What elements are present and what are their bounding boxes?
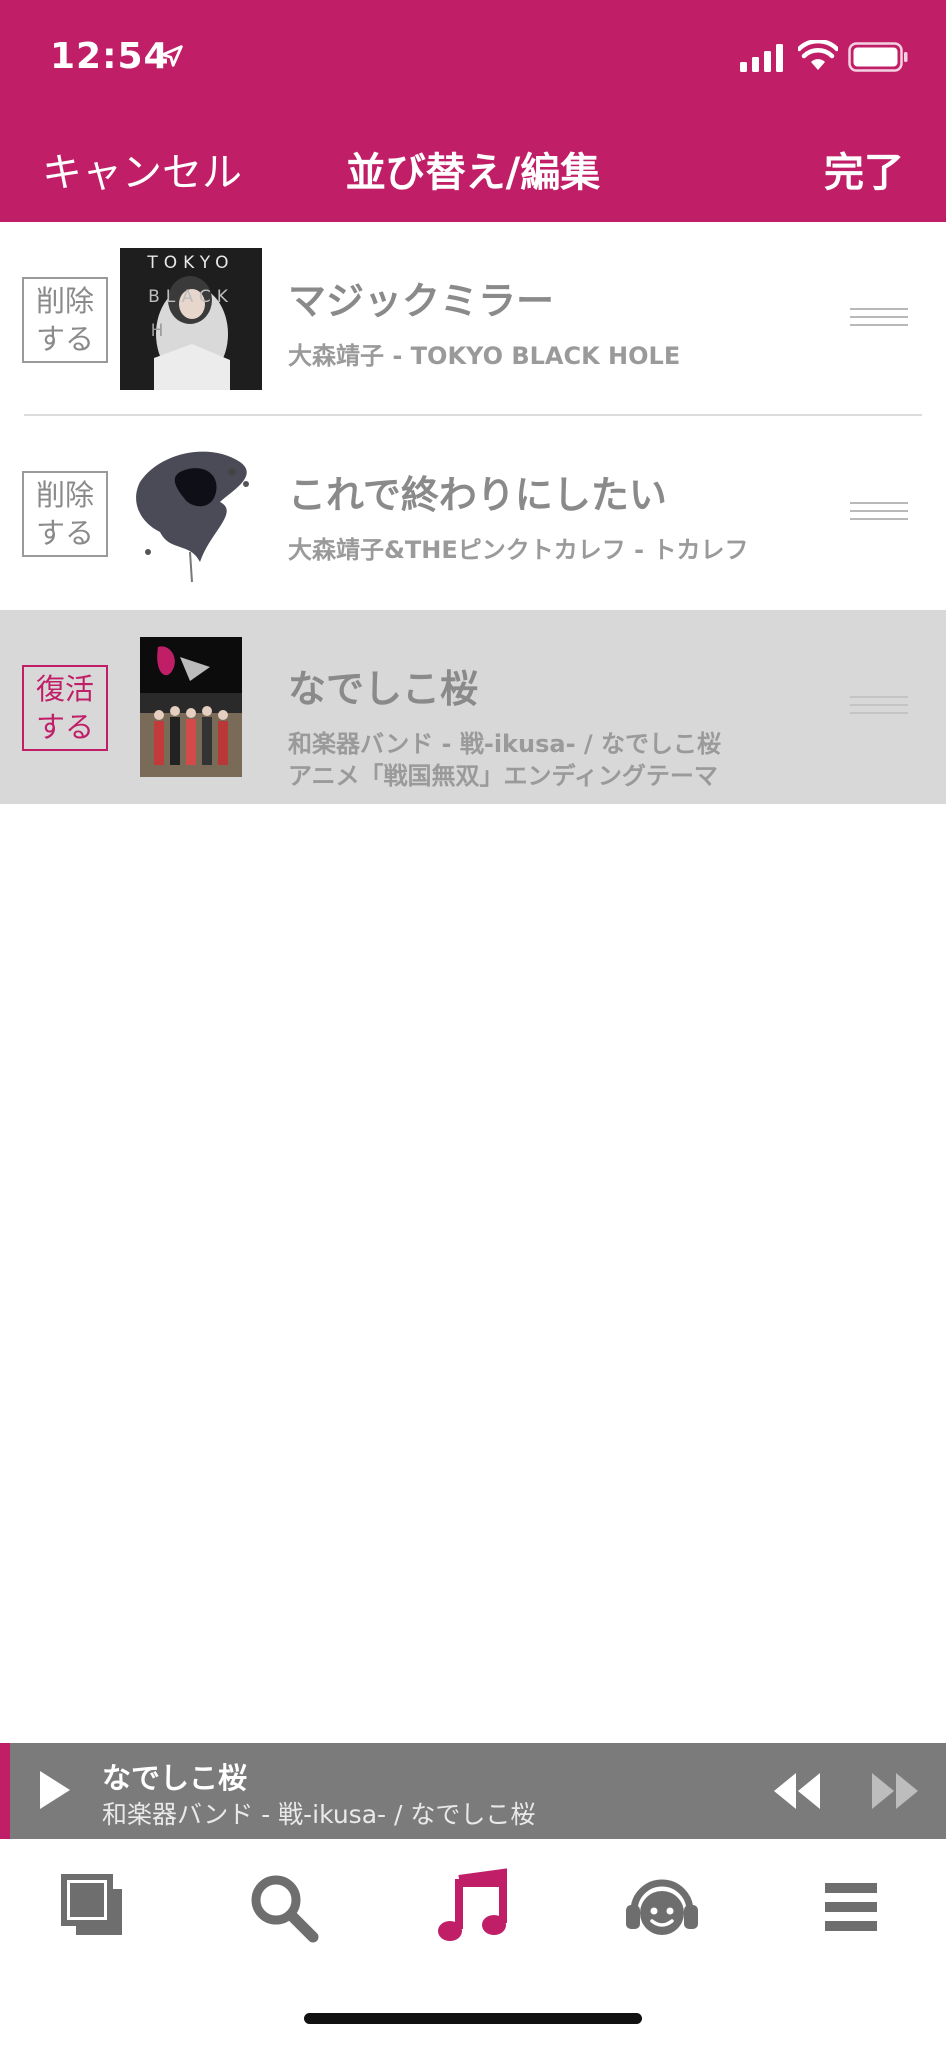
svg-text:BLACK: BLACK	[148, 287, 234, 307]
drag-handle-icon[interactable]	[850, 308, 908, 330]
restore-button[interactable]: 復活 する	[22, 665, 108, 751]
rewind-icon[interactable]	[770, 1771, 822, 1811]
battery-icon	[848, 42, 908, 72]
delete-button[interactable]: 削除 する	[22, 471, 108, 557]
home-indicator[interactable]	[304, 2013, 642, 2024]
search-icon	[251, 1875, 319, 1943]
album-art: TOKYO BLACK H	[120, 248, 262, 390]
headphones-icon	[626, 1879, 698, 1935]
cancel-button[interactable]: キャンセル	[42, 140, 242, 198]
mini-player-accent	[0, 1743, 10, 1839]
track-title: これで終わりにしたい	[288, 473, 667, 517]
delete-button[interactable]: 削除 する	[22, 277, 108, 363]
status-bar: 12:54	[0, 0, 946, 110]
tab-music[interactable]	[433, 1867, 513, 1947]
album-art	[120, 442, 262, 584]
status-time: 12:54	[50, 36, 170, 77]
track-note: アニメ「戦国無双」エンディングテーマ	[288, 762, 718, 790]
track-title: なでしこ桜	[288, 667, 479, 711]
drag-handle-icon[interactable]	[850, 696, 908, 718]
music-note-icon	[438, 1868, 507, 1941]
drag-handle-icon[interactable]	[850, 502, 908, 524]
track-artist-album: 和楽器バンド - 戦-ikusa- / なでしこ桜	[288, 730, 722, 758]
mini-player[interactable]: なでしこ桜 和楽器バンド - 戦-ikusa- / なでしこ桜	[0, 1743, 946, 1839]
nav-bar: 並び替え/編集 キャンセル 完了	[0, 130, 946, 200]
tab-bar	[0, 1839, 946, 2048]
cellular-signal-icon	[740, 44, 783, 72]
app-header: 12:54 並び替え/編集 キャンセル 完了	[0, 0, 946, 222]
location-arrow-icon	[161, 45, 183, 67]
track-list: 削除 する TOKYO BLACK H マジックミラー 大森靖子 - TOKYO …	[0, 222, 946, 804]
tab-library[interactable]	[54, 1867, 134, 1947]
fast-forward-icon[interactable]	[870, 1771, 922, 1811]
track-row: 削除 する これで終わりにしたい 大森靖子&THEピンクトカレフ - トカレフ	[0, 416, 946, 610]
done-button[interactable]: 完了	[824, 140, 904, 198]
album-art	[140, 637, 242, 777]
track-row-deleted: 復活 する なでしこ桜 和楽器バンド - 戦-ikusa- / なでしこ桜 アニメ…	[0, 610, 946, 804]
now-playing-title: なでしこ桜	[102, 1761, 248, 1795]
now-playing-subtitle: 和楽器バンド - 戦-ikusa- / なでしこ桜	[102, 1800, 536, 1829]
tab-search[interactable]	[243, 1867, 323, 1947]
tab-headphones[interactable]	[622, 1867, 702, 1947]
tab-menu[interactable]	[811, 1867, 891, 1947]
library-icon	[61, 1874, 122, 1935]
svg-text:TOKYO: TOKYO	[146, 253, 234, 273]
menu-icon	[825, 1883, 877, 1931]
track-row: 削除 する TOKYO BLACK H マジックミラー 大森靖子 - TOKYO …	[0, 222, 946, 416]
track-title: マジックミラー	[288, 279, 555, 323]
wifi-icon	[798, 40, 838, 70]
track-artist-album: 大森靖子 - TOKYO BLACK HOLE	[288, 342, 681, 370]
track-artist-album: 大森靖子&THEピンクトカレフ - トカレフ	[288, 536, 749, 564]
play-icon[interactable]	[36, 1769, 72, 1811]
svg-text:H: H	[151, 321, 170, 341]
